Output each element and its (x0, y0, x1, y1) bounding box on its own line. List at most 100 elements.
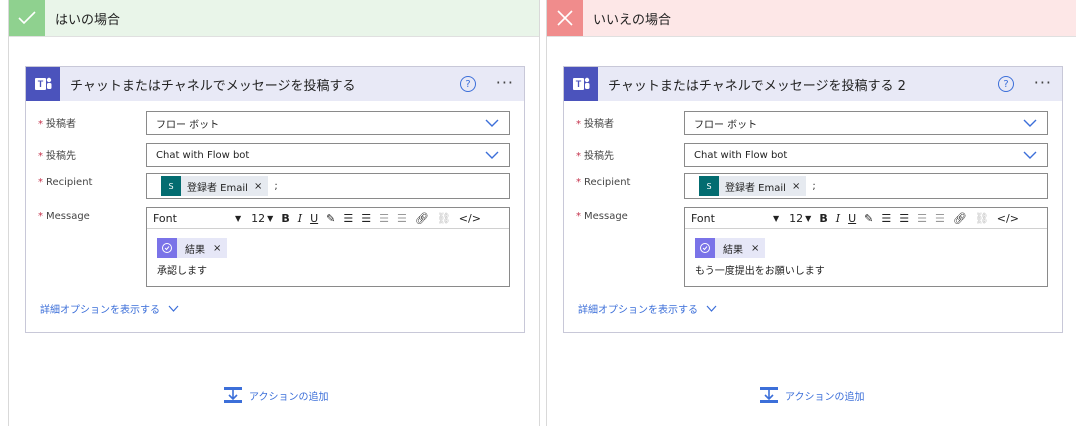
card-title: チャットまたはチャネルでメッセージを投稿する 2 (608, 78, 906, 94)
message-editor[interactable]: Font ▼ 12 ▼ B I U ✎ ☰ ☰ ☰ ☰ 🔗︎ ⛓︎ </> 結果… (146, 207, 510, 287)
chevron-down-icon (485, 151, 499, 159)
card-title: チャットまたはチャネルでメッセージを投稿する (70, 78, 356, 94)
pen-icon[interactable]: ✎ (864, 212, 873, 225)
font-dropdown-icon[interactable]: ▼ (773, 214, 779, 223)
font-size-select[interactable]: 12 (251, 212, 265, 225)
destination-value: Chat with Flow bot (156, 149, 250, 161)
underline-icon[interactable]: U (848, 212, 856, 225)
add-action-button[interactable]: アクションの追加 (223, 386, 329, 404)
help-icon[interactable]: ? (460, 76, 476, 92)
show-advanced-options-link[interactable]: 詳細オプションを表示する (578, 301, 717, 316)
size-dropdown-icon[interactable]: ▼ (805, 214, 811, 223)
chevron-down-icon (168, 305, 179, 312)
bold-icon[interactable]: B (819, 212, 827, 225)
message-token-label: 結果 (185, 244, 205, 256)
message-token-label: 結果 (723, 244, 743, 256)
recipient-field[interactable]: S 登録者 Email × ; (146, 173, 510, 199)
remove-token-icon[interactable]: × (254, 181, 262, 192)
add-action-icon (760, 387, 778, 403)
outdent-icon[interactable]: ☰ (379, 212, 389, 225)
outdent-icon[interactable]: ☰ (917, 212, 927, 225)
post-message-card: T チャットまたはチャネルでメッセージを投稿する 2 ? ··· * 投稿者 フロ… (563, 66, 1063, 333)
code-icon[interactable]: </> (997, 212, 1019, 225)
message-label: * Message (576, 211, 628, 222)
svg-text:T: T (38, 79, 44, 89)
remove-token-icon[interactable]: × (792, 181, 800, 192)
recipient-token[interactable]: S 登録者 Email × (699, 176, 807, 196)
help-icon[interactable]: ? (998, 76, 1014, 92)
font-select[interactable]: Font (153, 212, 223, 225)
chevron-down-icon (1023, 151, 1037, 159)
destination-dropdown[interactable]: Chat with Flow bot (146, 143, 510, 167)
card-header[interactable]: T チャットまたはチャネルでメッセージを投稿する ? ··· (26, 67, 524, 101)
approval-icon (157, 238, 177, 258)
pen-icon[interactable]: ✎ (326, 212, 335, 225)
message-token[interactable]: 結果 × (157, 238, 228, 258)
branch-no: いいえの場合 T チャットまたはチャネルでメッセージを投稿する 2 ? ··· … (546, 0, 1076, 426)
indent-icon[interactable]: ☰ (935, 212, 945, 225)
unlink-icon[interactable]: ⛓︎ (437, 212, 451, 225)
bullet-list-icon[interactable]: ☰ (343, 212, 353, 225)
chevron-down-icon (485, 119, 499, 127)
recipient-label: * Recipient (576, 177, 631, 188)
remove-token-icon[interactable]: × (213, 243, 221, 254)
branch-no-header[interactable]: いいえの場合 (547, 0, 1076, 37)
destination-label: * 投稿先 (38, 151, 76, 162)
indent-icon[interactable]: ☰ (397, 212, 407, 225)
poster-value: フロー ボット (694, 119, 758, 131)
italic-icon[interactable]: I (298, 212, 302, 225)
italic-icon[interactable]: I (836, 212, 840, 225)
recipient-separator: ; (274, 180, 278, 192)
font-dropdown-icon[interactable]: ▼ (235, 214, 241, 223)
post-message-card: T チャットまたはチャネルでメッセージを投稿する ? ··· * 投稿者 フロー … (25, 66, 525, 333)
message-token[interactable]: 結果 × (695, 238, 766, 258)
branch-yes-title: はいの場合 (55, 12, 121, 28)
underline-icon[interactable]: U (310, 212, 318, 225)
recipient-token-label: 登録者 Email (725, 182, 786, 194)
destination-value: Chat with Flow bot (694, 149, 788, 161)
card-header[interactable]: T チャットまたはチャネルでメッセージを投稿する 2 ? ··· (564, 67, 1062, 101)
add-action-button[interactable]: アクションの追加 (759, 386, 865, 404)
bullet-list-icon[interactable]: ☰ (881, 212, 891, 225)
more-options-icon[interactable]: ··· (496, 73, 514, 92)
destination-dropdown[interactable]: Chat with Flow bot (684, 143, 1048, 167)
close-icon (547, 0, 583, 36)
destination-label: * 投稿先 (576, 151, 614, 162)
poster-value: フロー ボット (156, 119, 220, 131)
teams-icon: T (26, 67, 60, 101)
teams-icon: T (564, 67, 598, 101)
branch-yes: はいの場合 T チャットまたはチャネルでメッセージを投稿する ? ··· * 投稿… (8, 0, 540, 426)
numbered-list-icon[interactable]: ☰ (899, 212, 909, 225)
add-action-icon (224, 387, 242, 403)
message-text[interactable]: 承認します (157, 262, 207, 277)
recipient-label: * Recipient (38, 177, 93, 188)
numbered-list-icon[interactable]: ☰ (361, 212, 371, 225)
more-options-icon[interactable]: ··· (1034, 73, 1052, 92)
message-editor[interactable]: Font ▼ 12 ▼ B I U ✎ ☰ ☰ ☰ ☰ 🔗︎ ⛓︎ </> 結果… (684, 207, 1048, 287)
recipient-token[interactable]: S 登録者 Email × (161, 176, 269, 196)
message-text[interactable]: もう一度提出をお願いします (695, 262, 825, 277)
chevron-down-icon (1023, 119, 1037, 127)
poster-label: * 投稿者 (576, 119, 614, 130)
poster-dropdown[interactable]: フロー ボット (146, 111, 510, 135)
recipient-token-label: 登録者 Email (187, 182, 248, 194)
code-icon[interactable]: </> (459, 212, 481, 225)
rich-text-toolbar: Font ▼ 12 ▼ B I U ✎ ☰ ☰ ☰ ☰ 🔗︎ ⛓︎ </> (147, 208, 509, 229)
font-size-select[interactable]: 12 (789, 212, 803, 225)
font-select[interactable]: Font (691, 212, 761, 225)
branch-yes-header[interactable]: はいの場合 (9, 0, 539, 37)
recipient-field[interactable]: S 登録者 Email × ; (684, 173, 1048, 199)
sharepoint-icon: S (699, 176, 719, 196)
bold-icon[interactable]: B (281, 212, 289, 225)
show-advanced-options-link[interactable]: 詳細オプションを表示する (40, 301, 179, 316)
rich-text-toolbar: Font ▼ 12 ▼ B I U ✎ ☰ ☰ ☰ ☰ 🔗︎ ⛓︎ </> (685, 208, 1047, 229)
poster-dropdown[interactable]: フロー ボット (684, 111, 1048, 135)
size-dropdown-icon[interactable]: ▼ (267, 214, 273, 223)
remove-token-icon[interactable]: × (751, 243, 759, 254)
link-icon[interactable]: 🔗︎ (953, 212, 967, 225)
svg-text:T: T (576, 79, 582, 89)
unlink-icon[interactable]: ⛓︎ (975, 212, 989, 225)
poster-label: * 投稿者 (38, 119, 76, 130)
link-icon[interactable]: 🔗︎ (415, 212, 429, 225)
recipient-separator: ; (812, 180, 816, 192)
